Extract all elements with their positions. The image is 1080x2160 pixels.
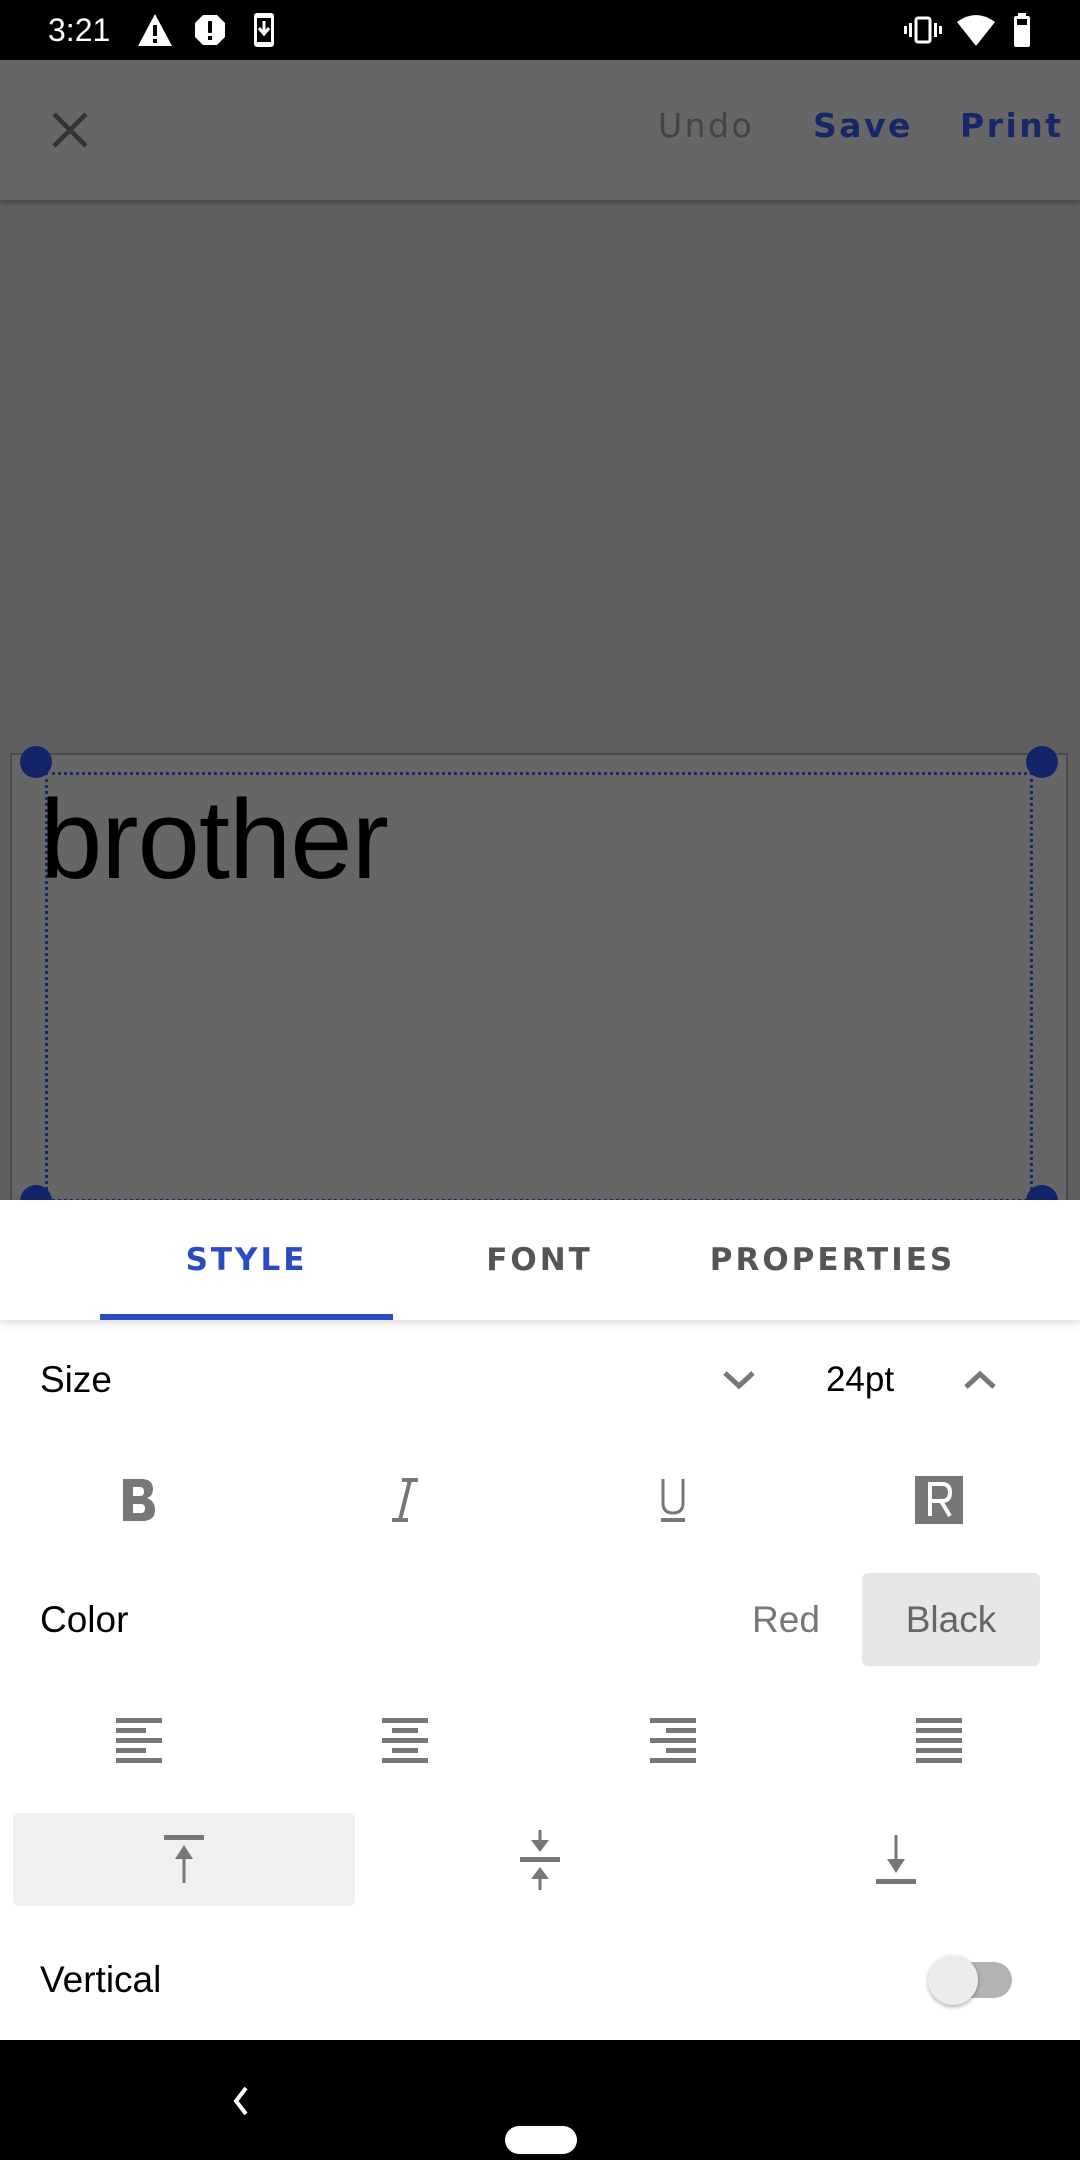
vibrate-icon	[903, 10, 943, 50]
inverted-text-button[interactable]	[879, 1455, 999, 1545]
print-button[interactable]: Print	[960, 106, 1064, 146]
color-option-red[interactable]: Red	[730, 1573, 842, 1666]
warning-icon	[135, 10, 175, 50]
resize-handle-top-right[interactable]	[1026, 746, 1058, 778]
valign-top-button[interactable]	[13, 1813, 355, 1906]
home-pill-icon[interactable]	[505, 2126, 577, 2154]
battery-icon	[1002, 10, 1042, 50]
size-label: Size	[40, 1359, 112, 1400]
align-middle-icon	[520, 1829, 560, 1890]
align-top-icon	[164, 1834, 204, 1883]
bold-button[interactable]	[79, 1455, 199, 1545]
bold-icon	[123, 1479, 155, 1521]
wifi-icon	[956, 10, 996, 50]
vertical-toggle[interactable]	[928, 1952, 1018, 2008]
vertical-label: Vertical	[40, 1959, 162, 2000]
underline-icon	[661, 1479, 685, 1522]
active-tab-indicator	[100, 1314, 393, 1320]
label-text-object[interactable]: brother	[40, 775, 389, 905]
chevron-down-icon	[723, 1371, 755, 1390]
resize-handle-top-left[interactable]	[20, 746, 52, 778]
status-bar: 3:21	[0, 0, 1080, 60]
tab-bar: STYLE FONT PROPERTIES	[0, 1200, 1080, 1320]
tab-font[interactable]: FONT	[393, 1200, 686, 1320]
alert-octagon-icon	[190, 10, 230, 50]
system-nav-bar	[0, 2040, 1080, 2160]
toggle-thumb	[928, 1955, 978, 2005]
valign-bottom-button[interactable]	[716, 1813, 1076, 1906]
italic-button[interactable]	[345, 1455, 465, 1545]
save-button[interactable]: Save	[813, 106, 913, 146]
valign-middle-button[interactable]	[360, 1813, 720, 1906]
style-bottom-sheet: STYLE FONT PROPERTIES Size 24pt Color Re…	[0, 1200, 1080, 2040]
align-center-button[interactable]	[345, 1695, 465, 1785]
align-center-icon	[382, 1718, 428, 1763]
tab-style[interactable]: STYLE	[100, 1200, 393, 1320]
color-label: Color	[40, 1599, 129, 1640]
align-left-icon	[116, 1718, 162, 1763]
align-justify-icon	[916, 1718, 962, 1763]
align-bottom-icon	[876, 1834, 916, 1884]
align-right-icon	[650, 1718, 696, 1763]
app-toolbar: Undo Save Print	[0, 60, 1080, 200]
close-button[interactable]	[36, 96, 104, 164]
nav-back-button[interactable]	[220, 2080, 260, 2120]
undo-button[interactable]: Undo	[658, 106, 754, 146]
size-value: 24pt	[825, 1360, 895, 1399]
label-canvas[interactable]: brother	[0, 200, 1080, 1200]
tab-properties[interactable]: PROPERTIES	[686, 1200, 979, 1320]
status-time: 3:21	[48, 12, 111, 48]
size-decrease-button[interactable]	[709, 1350, 769, 1410]
inverted-r-icon	[915, 1476, 963, 1524]
size-increase-button[interactable]	[950, 1350, 1010, 1410]
align-left-button[interactable]	[79, 1695, 199, 1785]
italic-icon	[392, 1478, 418, 1522]
back-icon	[233, 2086, 248, 2116]
chevron-up-icon	[964, 1370, 996, 1389]
color-option-black[interactable]: Black	[862, 1573, 1040, 1666]
align-right-button[interactable]	[613, 1695, 733, 1785]
underline-button[interactable]	[613, 1455, 733, 1545]
close-icon	[52, 112, 88, 148]
download-phone-icon	[244, 10, 284, 50]
align-justify-button[interactable]	[879, 1695, 999, 1785]
